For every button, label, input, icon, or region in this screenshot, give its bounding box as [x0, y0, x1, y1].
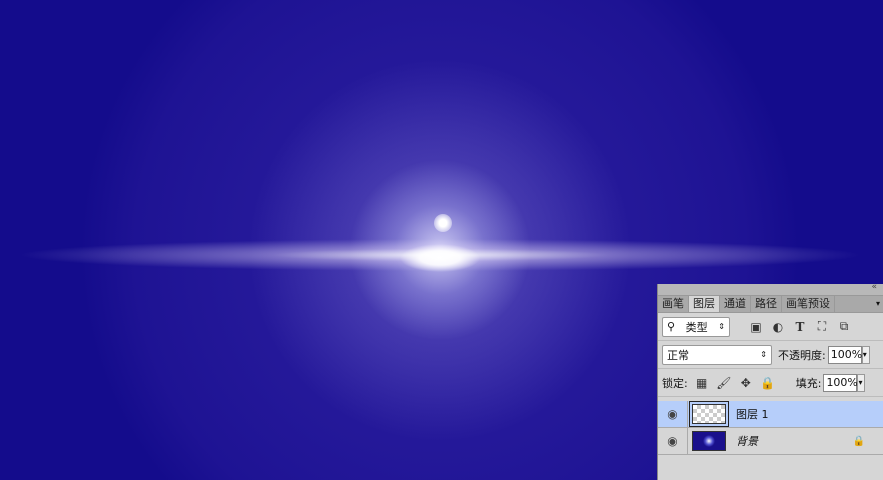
- tab-channels[interactable]: 通道: [720, 296, 751, 312]
- lock-move-icon[interactable]: ✥: [738, 376, 754, 390]
- shape-filter-icon[interactable]: ⛶: [814, 319, 830, 334]
- eye-icon[interactable]: ◉: [658, 401, 688, 427]
- filter-label: 类型: [685, 320, 708, 334]
- layer-thumbnail: [689, 401, 729, 427]
- adjustment-filter-icon[interactable]: ◐: [770, 320, 786, 334]
- layer-thumbnail: [692, 431, 726, 451]
- layer-row-layer1[interactable]: ◉ 图层 1: [658, 401, 883, 428]
- tab-brush-presets[interactable]: 画笔预设: [782, 296, 835, 312]
- layers-panel: « 画笔 图层 通道 路径 画笔预设 ▾ ⚲ 类型 ⇕ ▣ ◐ T ⛶ ⧉ 正常…: [657, 282, 883, 480]
- filter-row: ⚲ 类型 ⇕ ▣ ◐ T ⛶ ⧉: [658, 313, 883, 341]
- layer-name[interactable]: 背景: [736, 433, 758, 449]
- layer-name[interactable]: 图层 1: [736, 406, 769, 422]
- type-filter-icon[interactable]: T: [792, 320, 808, 334]
- image-filter-icon[interactable]: ▣: [748, 320, 764, 334]
- panel-menu-icon[interactable]: ▾: [876, 296, 883, 312]
- panel-tabs: 画笔 图层 通道 路径 画笔预设 ▾: [658, 296, 883, 313]
- layer-row-background[interactable]: ◉ 背景 🔒: [658, 428, 883, 455]
- opacity-label: 不透明度:: [778, 348, 826, 362]
- collapse-icon[interactable]: «: [871, 282, 877, 292]
- blend-mode-select[interactable]: 正常 ⇕: [662, 344, 772, 365]
- blend-mode-value: 正常: [667, 348, 689, 362]
- updown-icon: ⇕: [760, 350, 767, 359]
- lock-icon: 🔒: [852, 435, 865, 447]
- blend-row: 正常 ⇕ 不透明度: 100% ▾: [658, 341, 883, 369]
- eye-icon[interactable]: ◉: [658, 428, 688, 454]
- lock-transparent-icon[interactable]: ▦: [694, 376, 710, 390]
- opacity-dropdown[interactable]: ▾: [861, 345, 870, 364]
- smart-object-filter-icon[interactable]: ⧉: [836, 319, 852, 334]
- lock-label: 锁定:: [662, 376, 688, 390]
- panel-topbar: «: [658, 282, 883, 296]
- updown-icon: ⇕: [718, 322, 725, 331]
- opacity-input[interactable]: 100%: [827, 345, 862, 364]
- fill-label: 填充:: [795, 376, 822, 390]
- tab-layers[interactable]: 图层: [689, 296, 720, 312]
- search-icon: ⚲: [667, 320, 676, 333]
- tab-paths[interactable]: 路径: [751, 296, 782, 312]
- lock-paint-brush-icon[interactable]: 🖌: [716, 376, 732, 390]
- filter-select[interactable]: ⚲ 类型 ⇕: [662, 316, 730, 337]
- lock-all-icon[interactable]: 🔒: [760, 376, 776, 390]
- tab-brush[interactable]: 画笔: [658, 296, 689, 312]
- flare-highlight: [434, 214, 452, 232]
- lock-row: 锁定: ▦ 🖌 ✥ 🔒 填充: 100% ▾: [658, 369, 883, 397]
- fill-dropdown[interactable]: ▾: [857, 373, 866, 392]
- fill-input[interactable]: 100%: [823, 373, 858, 392]
